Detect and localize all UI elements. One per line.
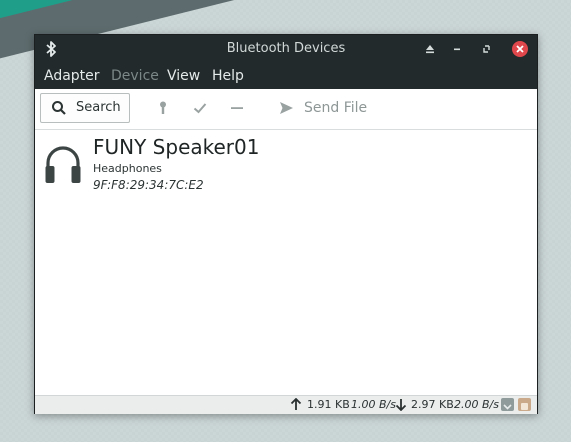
send-arrow-icon[interactable] bbox=[278, 100, 294, 116]
headphones-icon bbox=[45, 146, 81, 183]
send-file-button[interactable]: Send File bbox=[304, 100, 367, 116]
device-name: FUNY Speaker01 bbox=[93, 135, 260, 159]
device-type: Headphones bbox=[93, 162, 162, 175]
keep-above-icon[interactable] bbox=[422, 41, 438, 57]
search-icon bbox=[52, 101, 66, 115]
pair-key-icon[interactable] bbox=[155, 100, 171, 116]
minimize-icon[interactable] bbox=[449, 41, 465, 57]
bluetooth-devices-window: Bluetooth Devices Adapter Device View He… bbox=[34, 34, 538, 414]
download-arrow-icon bbox=[395, 399, 407, 411]
menu-bar: Adapter Device View Help bbox=[35, 63, 537, 89]
toolbar: Search Send File bbox=[35, 89, 537, 130]
transfer-status-icon bbox=[518, 398, 531, 411]
close-button[interactable] bbox=[512, 41, 528, 57]
device-address: 9F:F8:29:34:7C:E2 bbox=[93, 178, 204, 192]
upload-arrow-icon bbox=[290, 398, 302, 410]
maximize-icon[interactable] bbox=[479, 41, 495, 57]
trust-check-icon[interactable] bbox=[192, 100, 208, 116]
menu-help[interactable]: Help bbox=[212, 68, 244, 84]
search-button[interactable]: Search bbox=[40, 93, 130, 123]
upload-rate: 1.00 B/s bbox=[351, 398, 396, 411]
search-button-label: Search bbox=[76, 100, 121, 115]
downloaded-total: 2.97 KB bbox=[411, 398, 454, 411]
close-icon bbox=[516, 45, 524, 53]
menu-adapter[interactable]: Adapter bbox=[44, 68, 100, 84]
device-list-item[interactable]: FUNY Speaker01 Headphones 9F:F8:29:34:7C… bbox=[35, 130, 537, 200]
menu-view[interactable]: View bbox=[167, 68, 200, 84]
download-rate: 2.00 B/s bbox=[454, 398, 499, 411]
remove-minus-icon[interactable] bbox=[229, 100, 245, 116]
menu-device[interactable]: Device bbox=[111, 68, 159, 84]
title-bar[interactable]: Bluetooth Devices bbox=[35, 35, 537, 63]
uploaded-total: 1.91 KB bbox=[307, 398, 350, 411]
adapter-status-icon bbox=[501, 398, 514, 411]
status-bar: 1.91 KB 1.00 B/s 2.97 KB 2.00 B/s bbox=[35, 395, 537, 414]
